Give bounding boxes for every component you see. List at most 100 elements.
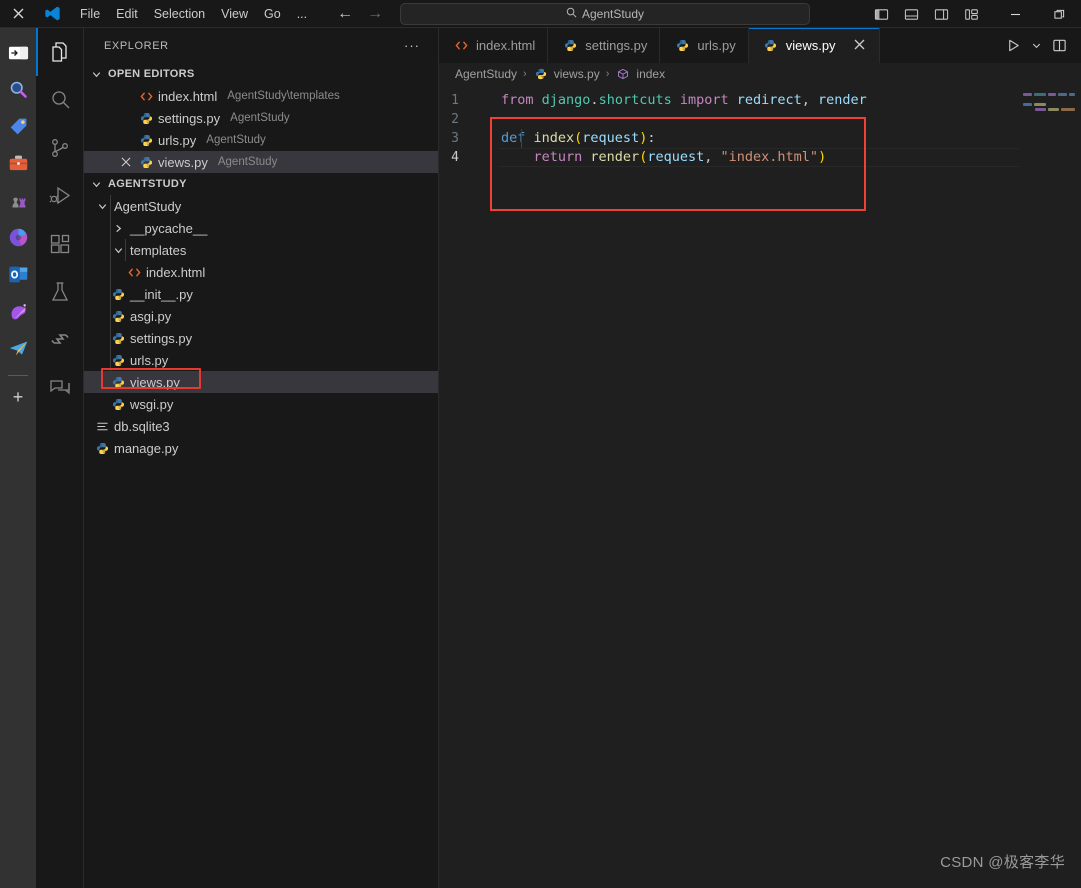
add-app-button[interactable]: +	[0, 382, 36, 412]
breadcrumb-item-agentstudy[interactable]: AgentStudy	[455, 67, 517, 81]
menu-view[interactable]: View	[213, 4, 256, 24]
tree-item-index-html[interactable]: index.html	[84, 261, 438, 283]
tree-item-label: manage.py	[114, 440, 179, 456]
open-editor-views-py[interactable]: views.py AgentStudy	[84, 151, 438, 173]
activity-explorer[interactable]	[35, 28, 84, 76]
activity-chat[interactable]	[36, 364, 84, 412]
tree-item-asgi-py[interactable]: asgi.py	[84, 305, 438, 327]
open-editor-index-html[interactable]: index.html AgentStudy\templates	[84, 85, 438, 107]
tree-item-label: AgentStudy	[114, 198, 182, 214]
close-icon[interactable]	[853, 39, 867, 53]
code-line-1: 1 from django.shortcuts import redirect,…	[439, 91, 1081, 110]
tree-item-settings-py[interactable]: settings.py	[84, 327, 438, 349]
python-icon	[110, 330, 126, 346]
open-editors-title: OPEN EDITORS	[108, 68, 195, 80]
open-editor-desc: AgentStudy	[217, 156, 278, 168]
chess-app-icon[interactable]	[0, 182, 36, 219]
tree-item-init-py[interactable]: __init__.py	[84, 283, 438, 305]
tag-app-icon[interactable]	[0, 108, 36, 145]
customize-layout-icon[interactable]	[957, 2, 985, 26]
command-center-search[interactable]: AgentStudy	[400, 3, 810, 25]
open-editor-settings-py[interactable]: settings.py AgentStudy	[84, 107, 438, 129]
tree-item-views-py[interactable]: views.py	[84, 371, 438, 393]
activity-run-debug[interactable]	[36, 172, 84, 220]
title-bar: File Edit Selection View Go ... ← → Agen…	[0, 0, 1081, 28]
tab-settings-py[interactable]: settings.py	[548, 28, 661, 63]
activity-extensions[interactable]	[36, 220, 84, 268]
search-app-icon[interactable]	[0, 71, 36, 108]
line-number: 4	[451, 150, 459, 165]
breadcrumb-separator: ›	[605, 68, 610, 80]
run-options-chevron-down-icon[interactable]	[1028, 33, 1044, 59]
explorer-sidebar: EXPLORER ··· OPEN EDITORS index.html Age…	[84, 28, 439, 888]
tab-index-html[interactable]: index.html	[439, 28, 549, 63]
open-editor-label: urls.py	[158, 132, 197, 148]
code-line-3: 3 def index(request):	[439, 129, 1081, 148]
toggle-panel-icon[interactable]	[897, 2, 925, 26]
line-content: from django.shortcuts import redirect, r…	[501, 92, 867, 108]
microsoft365-app-icon[interactable]	[0, 219, 36, 256]
tree-item-label: wsgi.py	[130, 396, 174, 412]
split-editor-right-button[interactable]	[1046, 33, 1072, 59]
close-icon[interactable]	[118, 154, 134, 170]
python-icon	[110, 286, 126, 302]
minimap-line	[1023, 103, 1075, 106]
python-icon	[110, 396, 126, 412]
tree-item-manage-py[interactable]: manage.py	[84, 437, 438, 459]
activity-source-control[interactable]	[36, 124, 84, 172]
python-icon	[138, 132, 154, 148]
toggle-secondary-sidebar-icon[interactable]	[927, 2, 955, 26]
explorer-more-actions[interactable]: ···	[404, 38, 420, 53]
tree-item-pycache-folder[interactable]: __pycache__	[84, 217, 438, 239]
copilot-app-icon[interactable]	[0, 293, 36, 330]
minimap-line	[1023, 93, 1075, 96]
tree-item-templates-folder[interactable]: templates	[84, 239, 438, 261]
breadcrumb-item-views-py[interactable]: views.py	[533, 66, 600, 82]
open-editor-urls-py[interactable]: urls.py AgentStudy	[84, 129, 438, 151]
breadcrumb-item-index-symbol[interactable]: index	[615, 66, 665, 82]
run-python-file-button[interactable]	[1000, 33, 1026, 59]
project-root-header[interactable]: AGENTSTUDY	[84, 173, 438, 195]
menu-file[interactable]: File	[72, 4, 108, 24]
rail-close-button[interactable]	[0, 0, 36, 28]
outlook-app-icon[interactable]	[0, 256, 36, 293]
telegram-app-icon[interactable]	[0, 330, 36, 367]
window-minimize-button[interactable]	[993, 0, 1037, 28]
breadcrumb-label: AgentStudy	[455, 67, 518, 81]
tree-item-urls-py[interactable]: urls.py	[84, 349, 438, 371]
tree-item-wsgi-py[interactable]: wsgi.py	[84, 393, 438, 415]
chevron-down-icon	[88, 66, 104, 82]
menu-go[interactable]: Go	[256, 4, 289, 24]
tab-views-py[interactable]: views.py	[748, 28, 880, 63]
briefcase-app-icon[interactable]	[0, 145, 36, 182]
toggle-primary-sidebar-icon[interactable]	[867, 2, 895, 26]
chevron-down-icon	[94, 198, 110, 214]
open-editor-label: index.html	[158, 88, 218, 104]
tree-item-label: index.html	[146, 264, 206, 280]
python-icon	[138, 154, 154, 170]
python-icon	[110, 374, 126, 390]
go-back-icon[interactable]: ←	[337, 5, 353, 23]
open-editor-label: settings.py	[158, 110, 221, 126]
activity-sourcery[interactable]	[36, 316, 84, 364]
pin-taskbar-icon[interactable]	[0, 34, 36, 71]
python-icon	[763, 38, 779, 54]
activity-testing[interactable]	[36, 268, 84, 316]
navigation-arrows: ← →	[337, 5, 383, 23]
minimap[interactable]	[1019, 85, 1081, 888]
breadcrumb-label: views.py	[553, 67, 600, 81]
code-editor[interactable]: 1 from django.shortcuts import redirect,…	[439, 85, 1081, 888]
menu-more[interactable]: ...	[289, 4, 315, 24]
menu-selection[interactable]: Selection	[146, 4, 213, 24]
activity-search[interactable]	[36, 76, 84, 124]
open-editors-header[interactable]: OPEN EDITORS	[84, 63, 438, 85]
menu-edit[interactable]: Edit	[108, 4, 146, 24]
tab-urls-py[interactable]: urls.py	[660, 28, 749, 63]
line-content: def index(request):	[501, 130, 656, 146]
go-forward-icon[interactable]: →	[367, 5, 383, 23]
window-restore-button[interactable]	[1037, 0, 1081, 28]
open-editor-label: views.py	[158, 154, 208, 170]
tree-item-agentstudy-folder[interactable]: AgentStudy	[84, 195, 438, 217]
breadcrumb: AgentStudy › views.py › index	[439, 63, 1081, 85]
tree-item-db-sqlite3[interactable]: db.sqlite3	[84, 415, 438, 437]
